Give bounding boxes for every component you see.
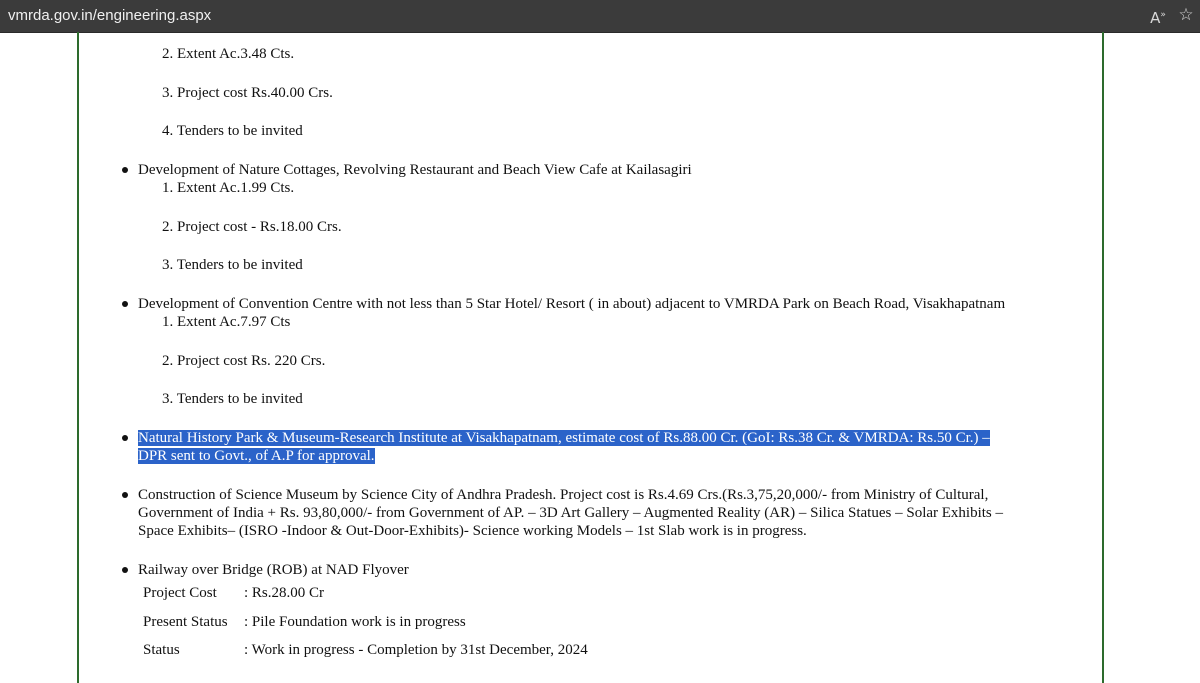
read-aloud-icon[interactable]: A» — [1146, 4, 1170, 27]
favorite-star-icon[interactable]: ☆ — [1176, 4, 1196, 26]
rob-value-project-cost: : Rs.28.00 Cr — [244, 585, 325, 601]
list-item: 4. Tenders to be invited — [162, 123, 303, 139]
bullet-icon — [122, 567, 128, 573]
project-desc-science-museum: Construction of Science Museum by Scienc… — [138, 487, 989, 503]
list-item: 3. Tenders to be invited — [162, 257, 303, 273]
rob-label-project-cost: Project Cost — [143, 585, 217, 601]
selected-text[interactable]: Natural History Park & Museum-Research I… — [138, 430, 990, 446]
project-desc-science-museum: Space Exhibits– (ISRO -Indoor & Out-Door… — [138, 523, 807, 539]
browser-address-bar[interactable]: vmrda.gov.in/engineering.aspx A» ☆ — [0, 0, 1200, 33]
bullet-icon — [122, 492, 128, 498]
selected-text[interactable]: DPR sent to Govt., of A.P for approval. — [138, 448, 375, 464]
list-item: 2. Project cost - Rs.18.00 Crs. — [162, 219, 342, 235]
rob-value-present-status: : Pile Foundation work is in progress — [244, 614, 466, 630]
project-desc-science-museum: Government of India + Rs. 93,80,000/- fr… — [138, 505, 1004, 521]
project-title-convention: Development of Convention Centre with no… — [138, 296, 1006, 312]
list-item: 2. Extent Ac.3.48 Cts. — [162, 46, 295, 62]
list-item: 1. Extent Ac.7.97 Cts — [162, 314, 291, 330]
url-text[interactable]: vmrda.gov.in/engineering.aspx — [8, 7, 211, 24]
project-title-rob: Railway over Bridge (ROB) at NAD Flyover — [138, 562, 409, 578]
bullet-icon — [122, 301, 128, 307]
project-title-natural-history[interactable]: Natural History Park & Museum-Research I… — [138, 429, 990, 447]
list-item: 3. Project cost Rs.40.00 Crs. — [162, 85, 333, 101]
rob-label-present-status: Present Status — [143, 614, 228, 630]
project-title-natural-history-cont[interactable]: DPR sent to Govt., of A.P for approval. — [138, 447, 375, 465]
rob-value-status: : Work in progress - Completion by 31st … — [244, 642, 588, 658]
rob-label-status: Status — [143, 642, 180, 658]
list-item: 3. Tenders to be invited — [162, 391, 303, 407]
project-title-kailasagiri: Development of Nature Cottages, Revolvin… — [138, 162, 692, 178]
bullet-icon — [122, 435, 128, 441]
bullet-icon — [122, 167, 128, 173]
list-item: 1. Extent Ac.1.99 Cts. — [162, 180, 295, 196]
list-item: 2. Project cost Rs. 220 Crs. — [162, 353, 326, 369]
